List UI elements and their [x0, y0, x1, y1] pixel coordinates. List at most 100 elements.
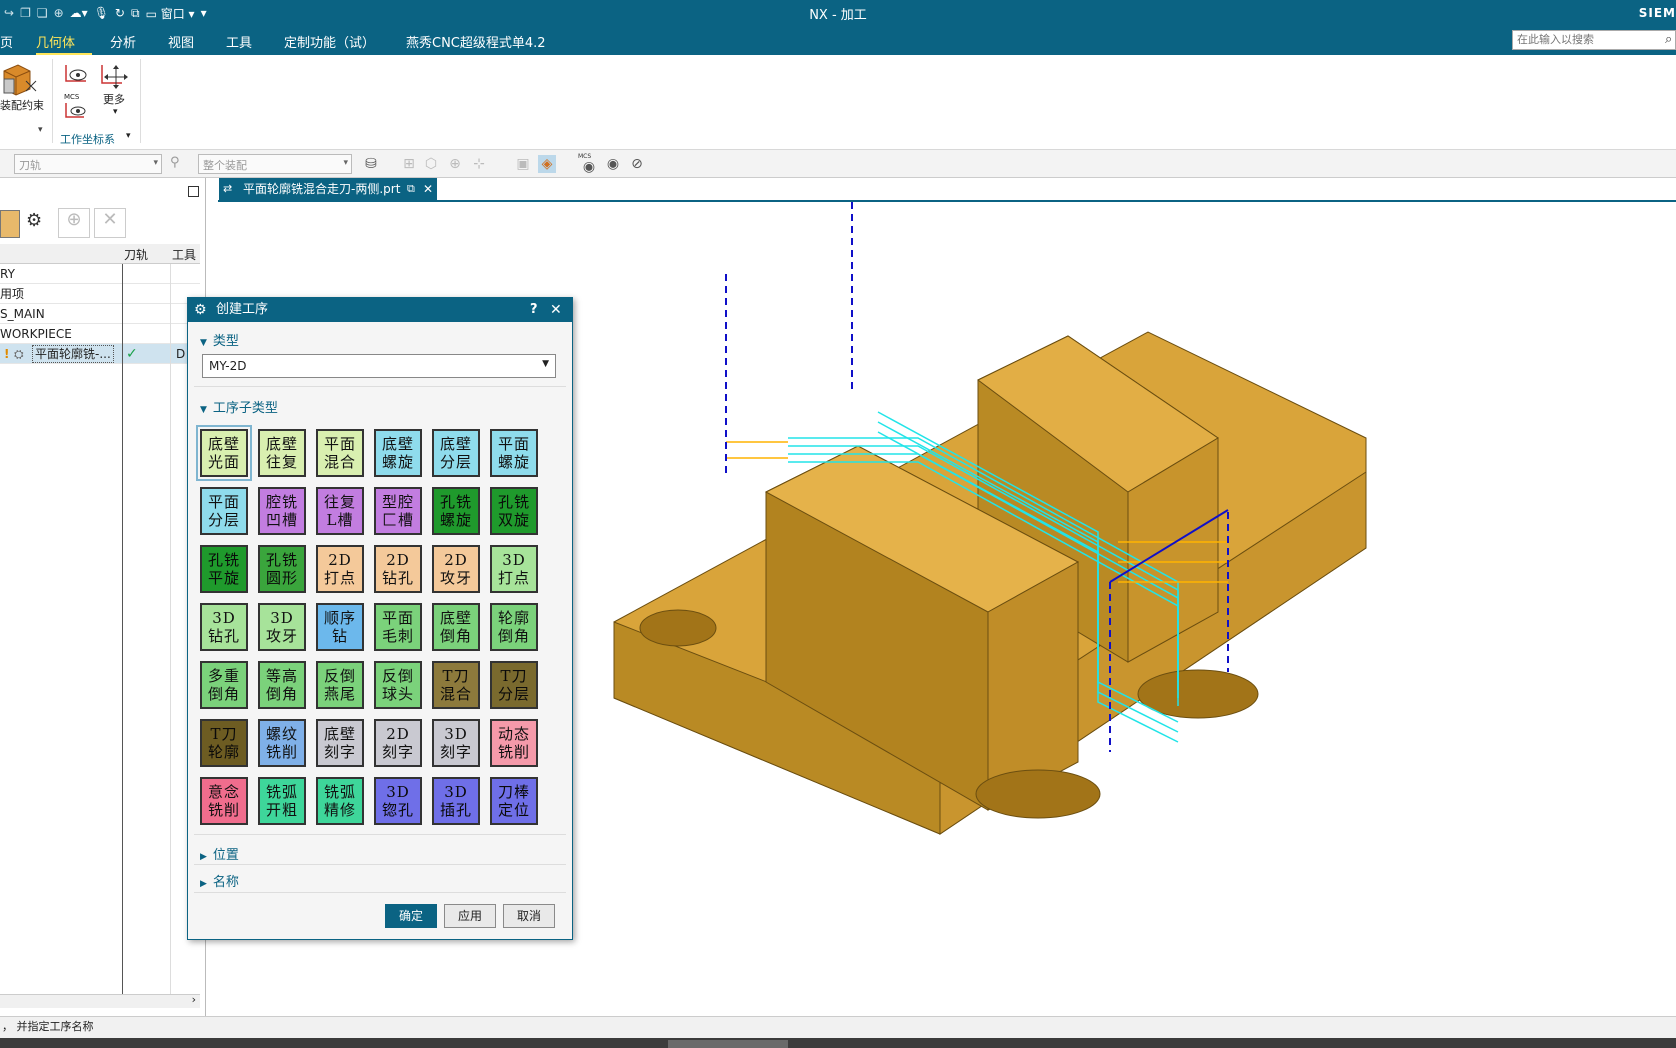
show-mcs-icon[interactable] — [62, 101, 90, 121]
menu-item-custom[interactable]: 定制功能（试） — [284, 32, 375, 51]
show-wcs-icon[interactable] — [62, 61, 90, 89]
operation-subtype-button[interactable]: 孔铣螺旋 — [432, 487, 480, 535]
type-filter-combo[interactable]: 刀轨 ▾ — [14, 154, 162, 174]
operation-subtype-button[interactable]: 螺纹铣削 — [258, 719, 306, 767]
close-tab-icon[interactable]: ✕ — [423, 178, 433, 200]
operation-subtype-button[interactable]: T刀轮廓 — [200, 719, 248, 767]
section-name-header[interactable]: ▶ 名称 — [200, 871, 239, 890]
shaded-view-icon[interactable]: ◈ — [538, 155, 556, 173]
scroll-right-icon[interactable]: › — [192, 993, 196, 1006]
operation-subtype-button[interactable]: 孔铣平旋 — [200, 545, 248, 593]
operation-subtype-button[interactable]: 底壁光面 — [196, 425, 252, 481]
operation-subtype-button[interactable]: 底壁往复 — [258, 429, 306, 477]
operation-subtype-button[interactable]: 底壁分层 — [432, 429, 480, 477]
operation-subtype-button[interactable]: 动态铣削 — [490, 719, 538, 767]
operation-subtype-button[interactable]: 型腔匚槽 — [374, 487, 422, 535]
operation-subtype-button[interactable]: 2D刻字 — [374, 719, 422, 767]
apply-button[interactable]: 应用 — [444, 904, 496, 928]
filter-icon[interactable]: ⚲ — [170, 155, 180, 170]
component-select-icon[interactable]: ⊹ — [470, 155, 488, 173]
wcs-group-dropdown-icon[interactable]: ▾ — [126, 131, 131, 141]
menu-item-yanxiu[interactable]: 燕秀CNC超级程式单4.2 — [406, 32, 546, 51]
menu-item-tools[interactable]: 工具 — [226, 32, 252, 51]
menu-item-analysis[interactable]: 分析 — [110, 32, 136, 51]
feature-select-icon[interactable]: ⊕ — [446, 155, 464, 173]
operation-subtype-button[interactable]: 孔铣双旋 — [490, 487, 538, 535]
operation-subtype-button[interactable]: 等高倒角 — [258, 661, 306, 709]
type-select[interactable]: MY-2D ▼ — [202, 354, 556, 378]
move-wcs-icon[interactable] — [98, 61, 130, 91]
operation-subtype-button[interactable]: 意念铣削 — [200, 777, 248, 825]
operation-subtype-button[interactable]: 3D刻字 — [432, 719, 480, 767]
section-position-header[interactable]: ▶ 位置 — [200, 844, 239, 863]
assembly-constraint-icon[interactable] — [0, 61, 40, 99]
ok-button[interactable]: 确定 — [385, 904, 437, 928]
operation-subtype-button[interactable]: T刀分层 — [490, 661, 538, 709]
operation-subtype-button[interactable]: 2D攻牙 — [432, 545, 480, 593]
operation-subtype-button[interactable]: 铣弧开粗 — [258, 777, 306, 825]
close-dialog-button[interactable]: ✕ — [550, 298, 562, 322]
select-filter-icon[interactable]: ⛁ — [362, 155, 380, 173]
menu-item-home[interactable]: 页 — [0, 32, 13, 51]
mcs-display-icon[interactable]: ◉ — [580, 158, 598, 176]
operation-subtype-button[interactable]: 底壁螺旋 — [374, 429, 422, 477]
section-type-header[interactable]: ▼ 类型 — [200, 330, 239, 349]
cancel-button[interactable]: 取消 — [503, 904, 555, 928]
document-tab[interactable]: ⇄ 平面轮廓铣混合走刀-两侧.prt ⧉ ✕ — [219, 178, 437, 200]
operation-subtype-button[interactable]: 平面分层 — [200, 487, 248, 535]
search-input[interactable] — [1512, 30, 1676, 50]
delete-object-icon[interactable]: ✕ — [94, 208, 126, 238]
dialog-title-bar[interactable]: ⚙ 创建工序 ? ✕ — [188, 298, 572, 322]
operation-subtype-button[interactable]: 3D打点 — [490, 545, 538, 593]
more-dropdown-icon[interactable]: ▾ — [113, 107, 118, 117]
operation-subtype-button[interactable]: 腔铣凹槽 — [258, 487, 306, 535]
operation-subtype-button[interactable]: 平面毛刺 — [374, 603, 422, 651]
operation-subtype-button[interactable]: 3D插孔 — [432, 777, 480, 825]
section-subtype-header[interactable]: ▼ 工序子类型 — [200, 397, 278, 416]
operation-subtype-button[interactable]: 铣弧精修 — [316, 777, 364, 825]
col-tool[interactable]: 工具 — [172, 246, 196, 263]
snap-point-icon[interactable]: ⊞ — [400, 155, 418, 173]
program-view-icon[interactable] — [0, 210, 20, 238]
col-toolpath[interactable]: 刀轨 — [124, 246, 148, 263]
horizontal-scrollbar[interactable]: › — [0, 993, 200, 1008]
group-dropdown-icon[interactable]: ▾ — [38, 125, 43, 135]
ribbon-group-wcs[interactable]: 工作坐标系 — [60, 131, 115, 147]
machine-tool-view-icon[interactable]: ⚙ — [26, 210, 52, 238]
operation-subtype-button[interactable]: 孔铣圆形 — [258, 545, 306, 593]
operation-label[interactable]: 平面轮廓铣-... — [32, 345, 114, 363]
box-view-icon[interactable]: ▣ — [514, 155, 532, 173]
selection-scope-combo[interactable]: 整个装配 ▾ — [198, 154, 352, 174]
operation-subtype-button[interactable]: 多重倒角 — [200, 661, 248, 709]
hide-all-icon[interactable]: ⊘ — [628, 155, 646, 173]
operation-subtype-button[interactable]: 平面螺旋 — [490, 429, 538, 477]
menu-item-view[interactable]: 视图 — [168, 32, 194, 51]
show-all-icon[interactable]: ◉ — [604, 155, 622, 173]
operation-subtype-button[interactable]: 3D锪孔 — [374, 777, 422, 825]
bottom-scroll-thumb[interactable] — [668, 1040, 788, 1048]
maximize-navigator-icon[interactable] — [188, 186, 199, 197]
operation-subtype-button[interactable]: 2D打点 — [316, 545, 364, 593]
menu-item-geometry[interactable]: 几何体 — [36, 32, 75, 51]
operation-subtype-button[interactable]: 底壁倒角 — [432, 603, 480, 651]
operation-subtype-button[interactable]: 平面混合 — [316, 429, 364, 477]
circle-select-icon[interactable]: ⬡ — [422, 155, 440, 173]
operation-subtype-button[interactable]: 顺序钻 — [316, 603, 364, 651]
operation-subtype-button[interactable]: 反倒燕尾 — [316, 661, 364, 709]
operation-subtype-button[interactable]: 反倒球头 — [374, 661, 422, 709]
operation-subtype-button[interactable]: 刀棒定位 — [490, 777, 538, 825]
help-button[interactable]: ? — [530, 298, 538, 322]
assembly-constraint-label[interactable]: 装配约束 — [0, 97, 44, 113]
operation-subtype-button[interactable]: 往复L槽 — [316, 487, 364, 535]
operation-subtype-button[interactable]: T刀混合 — [432, 661, 480, 709]
undock-icon[interactable]: ⧉ — [407, 178, 415, 200]
operation-subtype-button[interactable]: 2D钻孔 — [374, 545, 422, 593]
more-button[interactable]: 更多 — [103, 91, 125, 107]
create-object-icon[interactable]: ⊕ — [58, 208, 90, 238]
operation-subtype-button[interactable]: 3D攻牙 — [258, 603, 306, 651]
operation-subtype-button[interactable]: 底壁刻字 — [316, 719, 364, 767]
status-text: ， 并指定工序名称 — [2, 1020, 94, 1033]
operation-subtype-button[interactable]: 轮廓倒角 — [490, 603, 538, 651]
operation-subtype-button[interactable]: 3D钻孔 — [200, 603, 248, 651]
search-icon[interactable]: ⌕ — [1665, 32, 1672, 47]
